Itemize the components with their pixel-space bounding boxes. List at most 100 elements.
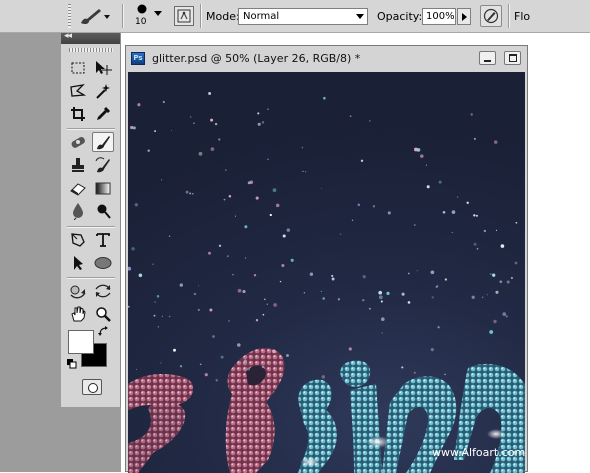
eyedropper-tool-icon bbox=[97, 106, 111, 120]
sparkle bbox=[204, 373, 208, 377]
sparkle bbox=[272, 349, 276, 354]
hand-tool-icon bbox=[71, 306, 86, 322]
ellipse-tool-button[interactable] bbox=[92, 253, 114, 273]
history-brush-tool-button[interactable] bbox=[92, 155, 114, 175]
sparkle bbox=[451, 232, 453, 233]
marquee-tool-button[interactable] bbox=[67, 58, 89, 78]
swap-colors-icon[interactable] bbox=[98, 326, 109, 337]
sparkle bbox=[286, 354, 289, 357]
dodge-tool-button[interactable] bbox=[92, 201, 114, 221]
lasso-tool-button[interactable] bbox=[67, 81, 89, 101]
options-bar-grip[interactable] bbox=[68, 4, 71, 28]
3d-orbit-tool-button[interactable] bbox=[92, 281, 114, 301]
healing-brush-tool-button[interactable] bbox=[67, 132, 89, 152]
document-canvas[interactable]: www.Alfoart.com bbox=[128, 72, 525, 473]
sparkle bbox=[272, 188, 277, 192]
sparkle bbox=[244, 225, 248, 229]
magic-wand-tool-button[interactable] bbox=[92, 81, 114, 101]
sparkle bbox=[500, 244, 505, 248]
opacity-label: Opacity: bbox=[377, 10, 423, 23]
sparkle bbox=[413, 371, 416, 374]
sparkle bbox=[514, 261, 518, 265]
clone-stamp-tool-button[interactable] bbox=[67, 155, 89, 175]
glitter-artwork bbox=[128, 92, 525, 473]
tools-panel-header[interactable]: ◂◂ bbox=[61, 31, 120, 44]
move-tool-button[interactable] bbox=[92, 58, 114, 78]
tool-group-separator bbox=[67, 277, 115, 278]
sparkle bbox=[263, 298, 266, 301]
sparkle bbox=[471, 295, 475, 299]
type-tool-icon bbox=[96, 233, 110, 247]
path-selection-tool-button[interactable] bbox=[67, 253, 89, 273]
sparkle bbox=[510, 276, 513, 280]
brush-picker-dropdown-icon[interactable] bbox=[153, 8, 163, 18]
hand-tool-button[interactable] bbox=[67, 304, 89, 324]
tablet-pressure-button[interactable] bbox=[480, 5, 502, 27]
mode-label: Mode: bbox=[206, 10, 240, 23]
sparkle bbox=[193, 122, 195, 124]
sparkle bbox=[378, 290, 383, 295]
zoom-tool-button[interactable] bbox=[92, 304, 114, 324]
sparkle bbox=[137, 103, 141, 107]
blur-tool-button[interactable] bbox=[67, 201, 89, 221]
foreground-color-swatch[interactable] bbox=[68, 330, 94, 354]
sparkle bbox=[499, 280, 503, 284]
crop-tool-button[interactable] bbox=[67, 104, 89, 124]
document-titlebar[interactable]: Ps glitter.psd @ 50% (Layer 26, RGB/8) * bbox=[126, 46, 527, 71]
glitter-sparkles bbox=[128, 92, 518, 382]
sparkle bbox=[208, 92, 212, 95]
panel-dock-bottom bbox=[61, 407, 121, 472]
minimize-button[interactable] bbox=[479, 51, 496, 65]
brush-tip-icon[interactable] bbox=[132, 2, 152, 16]
sparkle bbox=[492, 273, 496, 277]
sparkle bbox=[214, 122, 218, 126]
sparkle bbox=[407, 272, 410, 275]
crop-tool-icon bbox=[71, 107, 85, 121]
sparkle bbox=[378, 295, 383, 300]
pen-tool-button[interactable] bbox=[67, 230, 89, 250]
opacity-slider-toggle[interactable] bbox=[457, 8, 471, 25]
eraser-tool-button[interactable] bbox=[67, 178, 89, 198]
eyedropper-tool-button[interactable] bbox=[92, 104, 114, 124]
sparkle bbox=[401, 292, 405, 296]
tool-preset-picker[interactable] bbox=[76, 5, 114, 27]
sparkle bbox=[387, 211, 391, 215]
mode-select[interactable]: Normal bbox=[238, 8, 368, 25]
restore-button[interactable] bbox=[504, 51, 521, 65]
sparkle bbox=[156, 295, 160, 298]
opacity-input[interactable]: 100% bbox=[422, 8, 456, 25]
document-window: Ps glitter.psd @ 50% (Layer 26, RGB/8) * bbox=[125, 45, 528, 473]
sparkle bbox=[351, 219, 354, 221]
sparkle bbox=[160, 362, 162, 364]
gradient-tool-button[interactable] bbox=[92, 178, 114, 198]
collapse-icon[interactable]: ◂◂ bbox=[64, 31, 72, 41]
separator bbox=[122, 4, 123, 28]
sparkle bbox=[189, 192, 192, 195]
sparkle bbox=[303, 291, 306, 294]
sparkle bbox=[407, 301, 411, 304]
brush-tool-button[interactable] bbox=[92, 132, 114, 152]
sparkle bbox=[232, 273, 234, 276]
sparkle bbox=[495, 290, 499, 294]
sparkle bbox=[134, 203, 138, 207]
quick-mask-button[interactable] bbox=[82, 379, 102, 395]
brushes-panel-toggle-button[interactable] bbox=[174, 6, 194, 26]
sparkle bbox=[489, 273, 492, 276]
type-tool-button[interactable] bbox=[92, 230, 114, 250]
sparkle bbox=[223, 198, 226, 201]
sparkle bbox=[243, 359, 247, 363]
sparkle bbox=[502, 312, 507, 316]
sparkle bbox=[321, 375, 326, 379]
tools-panel-grip[interactable] bbox=[69, 48, 113, 52]
default-colors-icon[interactable] bbox=[67, 359, 77, 369]
3d-rotate-tool-button[interactable] bbox=[67, 281, 89, 301]
sparkle bbox=[331, 277, 335, 281]
3d-rotate-tool-icon bbox=[70, 285, 86, 299]
sparkle bbox=[237, 343, 241, 347]
sparkle bbox=[128, 305, 130, 308]
sparkle bbox=[414, 147, 418, 152]
sparkle bbox=[302, 170, 304, 173]
sparkle bbox=[360, 159, 364, 163]
sparkle bbox=[505, 315, 508, 318]
sparkle bbox=[431, 296, 434, 299]
